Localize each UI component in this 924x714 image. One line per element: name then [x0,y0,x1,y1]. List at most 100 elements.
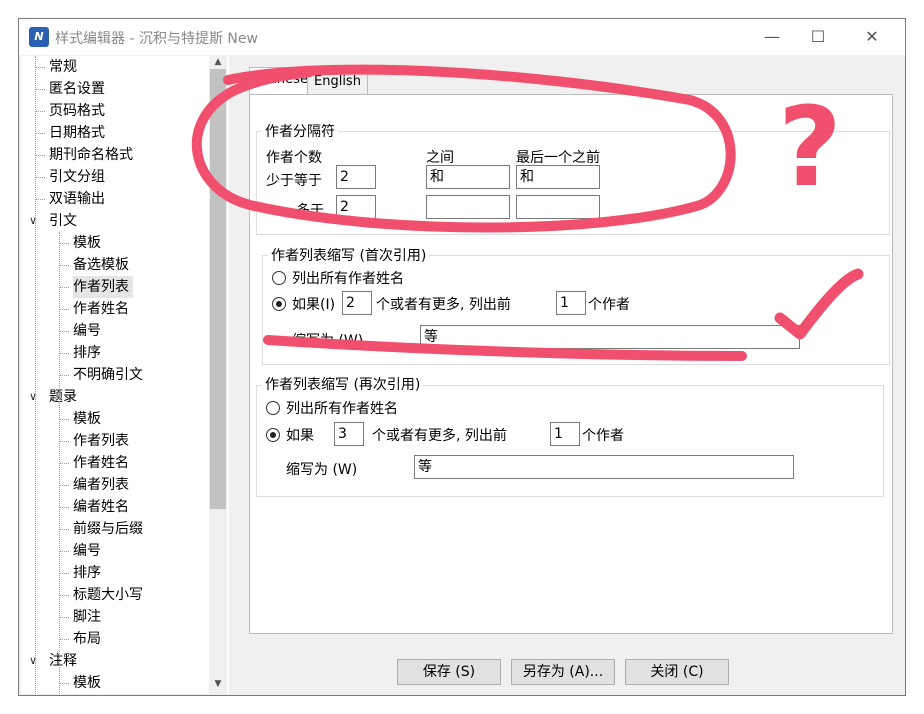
minimize-button[interactable]: — [749,23,795,51]
list-all-radio[interactable] [266,401,280,415]
group-title: 作者分隔符 [262,121,338,141]
abbrev-field[interactable]: 等 [414,455,794,479]
tree-guide-line [35,56,36,694]
less-between-field[interactable]: 和 [426,165,510,189]
tree-scrollbar-thumb[interactable] [210,69,226,509]
tab-english[interactable]: English [307,69,368,94]
tree-connector [59,353,69,354]
tree-guide-line [59,232,60,694]
tree-item[interactable]: 注释 [49,650,81,672]
expand-toggle-icon[interactable]: ∨ [27,386,39,408]
if-label: 如果(I) [292,297,336,313]
tree-item[interactable]: 页码格式 [49,100,109,122]
tree-item[interactable]: 引文 [49,210,81,232]
tree-item[interactable]: 作者姓名 [73,298,133,320]
app-logo-icon: N [29,27,49,47]
tree-item[interactable]: 排序 [73,562,105,584]
scroll-down-icon[interactable]: ▼ [210,679,226,693]
tree-item[interactable]: 编号 [73,540,105,562]
tree-connector [35,155,45,156]
tree-item[interactable]: 作者列表 [73,430,133,452]
tree-item[interactable]: 期刊命名格式 [49,144,137,166]
tree-connector [59,331,69,332]
more-count-field[interactable]: 2 [336,195,376,219]
row-label-more: 多于 [296,203,324,219]
tree-connector [35,133,45,134]
more-text: 个或者有更多, 列出前 [372,428,507,444]
if-radio[interactable] [266,428,280,442]
save-as-button[interactable]: 另存为 (A)... [511,659,615,685]
tree-item[interactable]: 不明确引文 [73,364,147,386]
tree-connector [59,265,69,266]
list-first-field[interactable]: 1 [550,422,580,446]
style-editor-window: N 样式编辑器 - 沉积与特提斯 New — ☐ ✕ 常规 匿名设置 页码格式 日期格… [18,18,906,696]
tree-connector [59,485,69,486]
tree-connector [59,375,69,376]
tree-item[interactable]: 编号 [73,320,105,342]
if-label: 如果 [286,428,314,444]
tree-connector [59,529,69,530]
tree-connector [59,507,69,508]
tab-panel: 作者分隔符 作者个数 之间 最后一个之前 少于等于 2 和 和 多于 2 作者列… [249,94,893,634]
close-button[interactable]: 关闭 (C) [625,659,729,685]
if-count-field[interactable]: 3 [334,422,364,446]
tree-item[interactable]: 编者姓名 [73,496,133,518]
expand-toggle-icon[interactable]: ∨ [27,210,39,232]
tree-item[interactable]: 引文分组 [49,166,109,188]
tree-connector [59,309,69,310]
tree-connector [59,463,69,464]
tree-item[interactable]: 布局 [73,628,105,650]
group-title: 作者列表缩写 (再次引用) [262,374,424,394]
tree-item[interactable]: 模板 [73,672,105,694]
tree-item[interactable]: 匿名设置 [49,78,109,100]
tree-item[interactable]: 备选模板 [73,254,133,276]
window-title: 样式编辑器 - 沉积与特提斯 New [55,31,258,47]
tab-chinese[interactable]: Chinese [249,67,315,94]
tree-connector [35,177,45,178]
if-count-field[interactable]: 2 [342,291,372,315]
tree-connector [35,89,45,90]
tree-item[interactable]: 前缀与后缀 [73,518,147,540]
tree-item[interactable]: 日期格式 [49,122,109,144]
less-count-field[interactable]: 2 [336,165,376,189]
expand-toggle-icon[interactable]: ∨ [27,650,39,672]
tree-connector [35,111,45,112]
settings-tree[interactable]: 常规 匿名设置 页码格式 日期格式 期刊命名格式 引文分组 双语输出 引文 ∨ 模板 备选模板 作者列… [21,56,229,694]
more-between-field[interactable] [426,195,510,219]
tree-connector [59,551,69,552]
list-all-radio[interactable] [272,271,286,285]
tree-item[interactable]: 排序 [73,342,105,364]
tree-connector [59,441,69,442]
maximize-button[interactable]: ☐ [795,23,841,51]
tree-item[interactable]: 编者列表 [73,474,133,496]
abbrev-field[interactable]: 等 [420,325,800,349]
if-radio[interactable] [272,297,286,311]
tree-connector [59,419,69,420]
tree-item[interactable]: 双语输出 [49,188,109,210]
tree-item[interactable]: 标题大小写 [73,584,147,606]
tree-item[interactable]: 作者姓名 [73,452,133,474]
column-label-last: 最后一个之前 [516,150,600,166]
tree-item[interactable]: 脚注 [73,606,105,628]
tree-item[interactable]: 模板 [73,408,105,430]
tree-connector [59,243,69,244]
list-first-field[interactable]: 1 [556,291,586,315]
title-bar: N 样式编辑器 - 沉积与特提斯 New — ☐ ✕ [19,19,905,55]
column-label-count: 作者个数 [266,150,322,166]
tree-item[interactable]: 题录 [49,386,81,408]
more-last-field[interactable] [516,195,600,219]
list-all-label: 列出所有作者姓名 [292,271,404,287]
list-all-label: 列出所有作者姓名 [286,401,398,417]
tree-item[interactable]: 常规 [49,56,81,78]
less-last-field[interactable]: 和 [516,165,600,189]
more-text: 个或者有更多, 列出前 [376,297,511,313]
abbrev-label: 缩写为 (W) [292,333,364,349]
tree-connector [59,639,69,640]
save-button[interactable]: 保存 (S) [397,659,501,685]
authors-text: 个作者 [582,428,624,444]
tree-connector [59,683,69,684]
abbrev-label: 缩写为 (W) [286,462,358,478]
tree-item[interactable]: 作者列表 [73,276,133,298]
tree-item[interactable]: 模板 [73,232,105,254]
close-window-button[interactable]: ✕ [849,23,895,51]
